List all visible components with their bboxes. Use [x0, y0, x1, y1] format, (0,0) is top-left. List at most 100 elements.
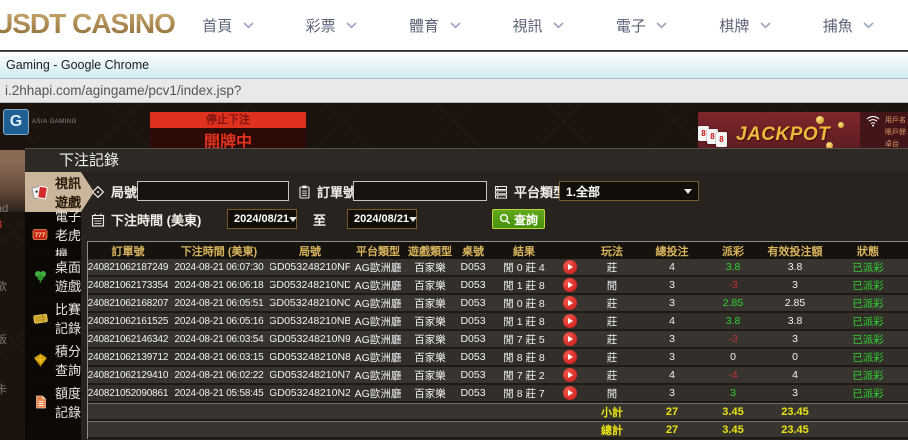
col-result-cell: 閒 8 莊 7	[492, 385, 556, 401]
col-status-cell: 已派彩	[828, 367, 908, 383]
col-game-type-cell: 百家樂	[406, 385, 454, 401]
replay-cell	[556, 259, 584, 275]
col-bet-time-cell: 2024-08-21 06:03:54	[168, 331, 270, 347]
col-bet-time-cell: 2024-08-21 06:03:15	[168, 349, 270, 365]
jackpot-label: JACKPOT	[736, 124, 830, 146]
calendar-icon	[89, 213, 107, 227]
col-status-cell: 已派彩	[828, 313, 908, 329]
col-valid-bet-cell: 3.8	[762, 259, 828, 275]
play-icon	[568, 318, 573, 324]
nav-item-電子[interactable]: 電子	[616, 15, 671, 36]
spacer	[88, 422, 584, 437]
col-order-cell: 240821062161525	[88, 313, 168, 329]
ag-brand-name: ASIA GAMING	[32, 119, 77, 125]
col-total-bet-cell: 4	[640, 259, 704, 275]
table-row: 2408210520908612024-08-21 05:58:45GD0532…	[88, 385, 908, 403]
date-range-to-label: 至	[313, 210, 326, 229]
replay-button[interactable]	[563, 260, 577, 274]
replay-button[interactable]	[563, 314, 577, 328]
coin-icon	[838, 122, 844, 128]
col-payout-cell: -3	[704, 331, 762, 347]
col-payout-cell: -4	[704, 367, 762, 383]
ag-logo-letter: G	[3, 109, 29, 135]
query-button[interactable]: 查詢	[492, 209, 545, 229]
col-result-cell: 閒 8 莊 8	[492, 349, 556, 365]
chrome-window-titlebar[interactable]: Gaming - Google Chrome	[0, 51, 908, 79]
chevron-down-icon	[549, 22, 567, 29]
col-game-type-cell: 百家樂	[406, 259, 454, 275]
nav-item-label: 首頁	[202, 15, 232, 36]
nav-item-體育[interactable]: 體育	[409, 15, 464, 36]
col-bet-time-cell: 2024-08-21 06:05:51	[168, 295, 270, 311]
nav-item-首頁[interactable]: 首頁	[202, 15, 257, 36]
col-total-bet-cell: 3	[640, 385, 704, 401]
col-payout-cell: 0	[704, 349, 762, 365]
col-round-cell: GD053248210NF	[270, 259, 350, 275]
page-url: i.2hhapi.com/agingame/pcv1/index.jsp?	[5, 83, 241, 98]
svg-text:777: 777	[35, 232, 46, 239]
round-input[interactable]	[137, 181, 289, 201]
order-input[interactable]	[353, 181, 487, 201]
chevron-down-icon	[446, 22, 464, 29]
col-result-cell: 閒 0 莊 4	[492, 259, 556, 275]
slot-icon: 777	[31, 228, 49, 241]
col-game-type-cell: 百家樂	[406, 331, 454, 347]
filter-row-1: 局號 訂單號 平台類型	[81, 180, 908, 205]
subtotal-row-col-status	[828, 404, 908, 419]
clipboard-icon	[295, 185, 313, 199]
order-filter-label: 訂單號	[295, 182, 356, 201]
replay-cell	[556, 385, 584, 401]
nav-item-彩票[interactable]: 彩票	[306, 15, 361, 36]
col-game-type-header: 遊戲類型	[406, 242, 454, 259]
nav-item-視訊[interactable]: 視訊	[512, 15, 567, 36]
replay-button[interactable]	[563, 350, 577, 364]
sidebar-item-積分查詢[interactable]: 積分查詢	[25, 340, 81, 380]
clipped-text: 欲	[0, 278, 7, 294]
sidebar-item-比賽記錄[interactable]: 比賽記錄	[25, 298, 81, 338]
site-header: USDT CASINO 首頁 彩票 體育 視訊 電子 棋牌 捕魚	[0, 0, 908, 51]
order-filter-label-text: 訂單號	[317, 182, 356, 201]
nav-item-捕魚[interactable]: 捕魚	[823, 15, 878, 36]
col-game-type-cell: 百家樂	[406, 349, 454, 365]
replay-button[interactable]	[563, 386, 577, 400]
play-icon	[568, 264, 573, 270]
round-filter-label-text: 局號	[111, 182, 137, 201]
platform-select[interactable]: 1.全部	[559, 181, 699, 201]
table-row: 2408210621294102024-08-21 06:02:22GD0532…	[88, 367, 908, 385]
col-valid-bet-cell: 3.8	[762, 313, 828, 329]
sidebar-item-label: 額度記錄	[55, 383, 81, 421]
col-replay-header	[556, 242, 584, 259]
col-bet-time-cell: 2024-08-21 06:02:22	[168, 367, 270, 383]
sidebar-item-額度記錄[interactable]: 額度記錄	[25, 382, 81, 422]
table-row: 2408210621872492024-08-21 06:07:30GD0532…	[88, 259, 908, 277]
col-platform-cell: AG歐洲廳	[350, 295, 406, 311]
site-logo[interactable]: USDT CASINO	[0, 8, 175, 40]
col-status-cell: 已派彩	[828, 295, 908, 311]
col-play-type-cell: 莊	[584, 295, 640, 311]
sidebar-item-桌面遊戲[interactable]: 桌面遊戲	[25, 256, 81, 296]
date-to-select[interactable]: 2024/08/21	[347, 209, 417, 229]
replay-button[interactable]	[563, 368, 577, 382]
play-icon	[568, 390, 573, 396]
subtotal-row: 小計273.4523.45	[88, 403, 908, 421]
col-order-cell: 240821062139712	[88, 349, 168, 365]
nav-item-棋牌[interactable]: 棋牌	[719, 15, 774, 36]
replay-button[interactable]	[563, 296, 577, 310]
date-from-select[interactable]: 2024/08/21	[227, 209, 297, 229]
subtotal-row-col-play-type: 小計	[584, 404, 640, 419]
replay-cell	[556, 295, 584, 311]
col-valid-bet-cell: 0	[762, 349, 828, 365]
col-valid-bet-cell: 4	[762, 367, 828, 383]
clipped-text: 3	[0, 219, 2, 231]
diamond-icon	[31, 353, 49, 367]
col-round-cell: GD053248210NB	[270, 313, 350, 329]
replay-button[interactable]	[563, 278, 577, 292]
sidebar-item-電子老虎機[interactable]: 777電子老虎機	[25, 214, 81, 254]
replay-button[interactable]	[563, 332, 577, 346]
col-status-cell: 已派彩	[828, 349, 908, 365]
chrome-url-bar[interactable]: i.2hhapi.com/agingame/pcv1/index.jsp?	[0, 79, 908, 103]
platform-select-value: 1.全部	[566, 183, 600, 200]
col-payout-cell: 3.8	[704, 313, 762, 329]
col-total-bet-header: 總投注	[640, 242, 704, 259]
col-table-cell: D053	[454, 313, 492, 329]
